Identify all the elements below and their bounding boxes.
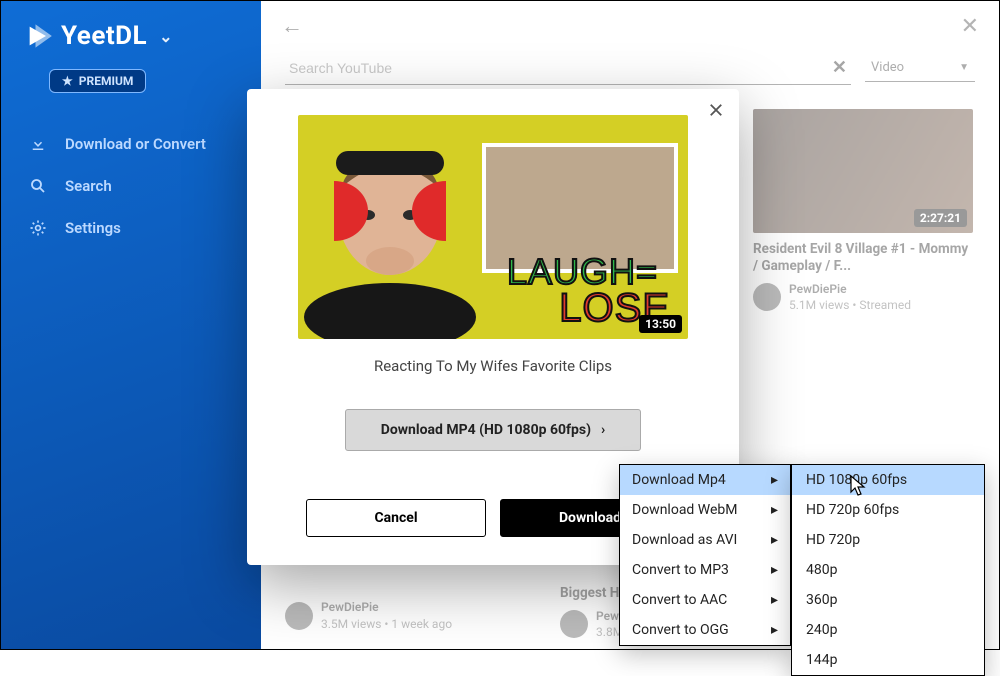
premium-badge[interactable]: ★ PREMIUM <box>49 69 146 93</box>
sidebar-item-download[interactable]: Download or Convert <box>1 123 261 165</box>
menu-label: Download WebM <box>632 502 738 518</box>
menu-item-mp4[interactable]: Download Mp4 ▸ <box>620 465 790 495</box>
menu-label: 360p <box>806 592 837 608</box>
quality-menu: HD 1080p 60fps HD 720p 60fps HD 720p 480… <box>791 464 985 676</box>
brand: YeetDL ⌄ <box>1 21 261 61</box>
sidebar-item-search[interactable]: Search <box>1 165 261 207</box>
menu-item-avi[interactable]: Download as AVI ▸ <box>620 525 790 555</box>
menu-item-aac[interactable]: Convert to AAC ▸ <box>620 585 790 615</box>
premium-label: PREMIUM <box>79 74 134 88</box>
menu-label: HD 1080p 60fps <box>806 472 907 488</box>
menu-label: 144p <box>806 652 837 668</box>
brand-logo-icon <box>25 22 53 50</box>
menu-item-webm[interactable]: Download WebM ▸ <box>620 495 790 525</box>
quality-option[interactable]: HD 1080p 60fps <box>792 465 984 495</box>
chevron-right-icon: ▸ <box>771 532 778 548</box>
menu-label: Download as AVI <box>632 532 737 548</box>
thumb-person <box>298 129 498 339</box>
sidebar: YeetDL ⌄ ★ PREMIUM Download or Convert S… <box>1 1 261 649</box>
quality-option[interactable]: HD 720p <box>792 525 984 555</box>
quality-option[interactable]: HD 720p 60fps <box>792 495 984 525</box>
chevron-down-icon[interactable]: ⌄ <box>159 27 173 46</box>
gear-icon <box>29 219 47 237</box>
menu-label: HD 720p 60fps <box>806 502 899 518</box>
chevron-right-icon: ▸ <box>771 622 778 638</box>
modal-thumbnail: LAUGH= LOSE 13:50 <box>298 115 688 339</box>
search-icon <box>29 177 47 195</box>
download-icon <box>29 135 47 153</box>
menu-label: 240p <box>806 622 837 638</box>
quality-option[interactable]: 480p <box>792 555 984 585</box>
app-window: YeetDL ⌄ ★ PREMIUM Download or Convert S… <box>0 0 1000 650</box>
brand-name: YeetDL <box>61 21 147 51</box>
menu-label: HD 720p <box>806 532 860 548</box>
menu-label: Convert to OGG <box>632 622 729 638</box>
duration-badge: 13:50 <box>639 315 682 333</box>
menu-label: Convert to MP3 <box>632 562 729 578</box>
cancel-button[interactable]: Cancel <box>306 499 486 537</box>
sidebar-item-label: Download or Convert <box>65 135 206 153</box>
quality-option[interactable]: 240p <box>792 615 984 645</box>
download-primary-label: Download MP4 (HD 1080p 60fps) <box>381 422 591 438</box>
quality-option[interactable]: 360p <box>792 585 984 615</box>
download-primary-button[interactable]: Download MP4 (HD 1080p 60fps) › <box>345 409 641 451</box>
star-icon: ★ <box>62 74 73 88</box>
sidebar-item-label: Search <box>65 177 112 195</box>
menu-label: Download Mp4 <box>632 472 726 488</box>
chevron-right-icon: ▸ <box>771 472 778 488</box>
chevron-right-icon: ▸ <box>771 562 778 578</box>
chevron-right-icon: ▸ <box>771 592 778 608</box>
chevron-right-icon: › <box>601 422 605 438</box>
sidebar-item-settings[interactable]: Settings <box>1 207 261 249</box>
menu-item-ogg[interactable]: Convert to OGG ▸ <box>620 615 790 645</box>
chevron-right-icon: ▸ <box>771 502 778 518</box>
menu-item-mp3[interactable]: Convert to MP3 ▸ <box>620 555 790 585</box>
format-menu: Download Mp4 ▸ Download WebM ▸ Download as… <box>619 464 791 646</box>
sidebar-item-label: Settings <box>65 219 121 237</box>
menu-label: 480p <box>806 562 837 578</box>
close-icon[interactable] <box>707 101 725 123</box>
menu-label: Convert to AAC <box>632 592 727 608</box>
modal-video-title: Reacting To My Wifes Favorite Clips <box>279 357 707 375</box>
